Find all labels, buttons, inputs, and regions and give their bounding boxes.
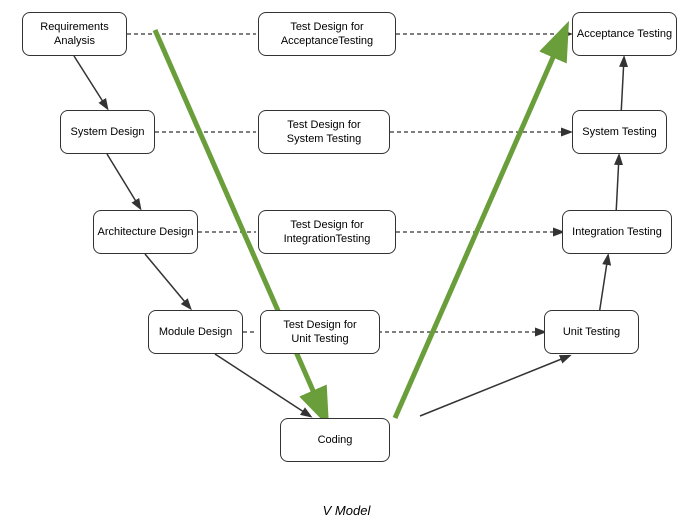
node-system-design: System Design xyxy=(60,110,155,154)
node-test-design-unit: Test Design forUnit Testing xyxy=(260,310,380,354)
node-test-design-integration: Test Design forIntegrationTesting xyxy=(258,210,396,254)
node-architecture-design: Architecture Design xyxy=(93,210,198,254)
node-requirements: Requirements Analysis xyxy=(22,12,127,56)
node-integration-testing: Integration Testing xyxy=(562,210,672,254)
node-unit-testing: Unit Testing xyxy=(544,310,639,354)
diagram-title: V Model xyxy=(323,503,371,518)
node-test-design-system: Test Design forSystem Testing xyxy=(258,110,390,154)
node-coding: Coding xyxy=(280,418,390,462)
node-test-design-acceptance: Test Design forAcceptanceTesting xyxy=(258,12,396,56)
node-system-testing: System Testing xyxy=(572,110,667,154)
diagram-container: Requirements Analysis System Design Arch… xyxy=(0,0,693,524)
node-module-design: Module Design xyxy=(148,310,243,354)
node-acceptance-testing: Acceptance Testing xyxy=(572,12,677,56)
